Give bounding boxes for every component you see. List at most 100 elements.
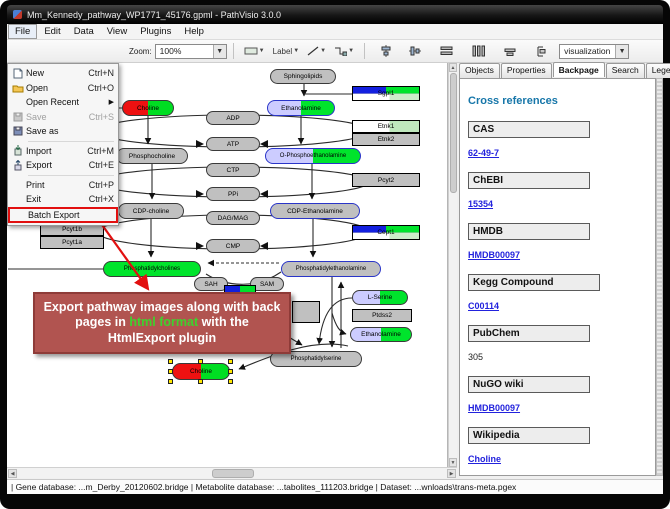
node-phosphocholine[interactable]: Phosphocholine <box>116 148 188 164</box>
tab-legend[interactable]: Legend <box>646 63 670 78</box>
file-menu-open[interactable]: OpenCtrl+O <box>8 81 118 96</box>
ref-link[interactable]: C00114 <box>468 301 499 311</box>
ref-section-cas: CAS 62-49-7 <box>468 121 651 161</box>
menu-bar: File Edit Data View Plugins Help <box>7 24 663 40</box>
canvas-vertical-scrollbar[interactable]: ▲ ▼ <box>448 63 457 467</box>
file-menu-print[interactable]: PrintCtrl+P <box>8 178 118 193</box>
node-ppi[interactable]: PPi <box>206 187 260 201</box>
node-phosphatidylethanolamine[interactable]: Phosphatidylethanolamine <box>281 261 381 277</box>
scroll-down-icon[interactable]: ▼ <box>449 458 457 467</box>
connector-tool-button[interactable]: ▼ <box>331 43 357 60</box>
tab-search[interactable]: Search <box>606 63 645 78</box>
menu-edit[interactable]: Edit <box>38 25 66 38</box>
node-choline[interactable]: Choline <box>122 100 174 116</box>
distribute-vertical-icon <box>472 45 485 57</box>
menu-plugins[interactable]: Plugins <box>134 25 177 38</box>
application-window: Mm_Kennedy_pathway_WP1771_45176.gpml - P… <box>0 0 670 509</box>
node-atp[interactable]: ATP <box>206 137 260 151</box>
title-bar[interactable]: Mm_Kennedy_pathway_WP1771_45176.gpml - P… <box>7 5 663 24</box>
node-sah[interactable]: SAH <box>194 277 228 291</box>
gene-pcyt2[interactable]: Pcyt2 <box>352 173 420 187</box>
ref-link[interactable]: 62-49-7 <box>468 148 499 158</box>
node-ethanolamine[interactable]: Ethanolamine <box>267 100 335 116</box>
align-center-y-button[interactable] <box>406 43 424 60</box>
zoom-label: Zoom: <box>129 47 152 56</box>
scroll-right-icon[interactable]: ▶ <box>447 469 456 478</box>
cross-references-heading: Cross references <box>468 95 651 107</box>
node-ethanolamine-2[interactable]: Ethanolamine <box>350 327 412 342</box>
file-menu-new[interactable]: NewCtrl+N <box>8 66 118 81</box>
file-menu-batch-export[interactable]: Batch Export <box>8 207 118 223</box>
scroll-left-icon[interactable]: ◀ <box>8 469 17 478</box>
menu-file[interactable]: File <box>8 24 37 39</box>
file-menu-save-as[interactable]: Save as <box>8 124 118 139</box>
selection-handle[interactable] <box>228 379 233 384</box>
selection-handle[interactable] <box>198 379 203 384</box>
ref-link[interactable]: HMDB00097 <box>468 250 520 260</box>
menu-view[interactable]: View <box>101 25 133 38</box>
menu-data[interactable]: Data <box>68 25 100 38</box>
node-cmp[interactable]: CMP <box>206 239 260 253</box>
node-l-serine[interactable]: L-Serine <box>352 290 408 305</box>
node-dag-mag[interactable]: DAG/MAG <box>206 211 260 225</box>
ref-link[interactable]: 15354 <box>468 199 493 209</box>
node-cdp-ethanolamine[interactable]: CDP-Ethanolamine <box>270 203 360 219</box>
selection-handle[interactable] <box>228 369 233 374</box>
selection-handle[interactable] <box>168 369 173 374</box>
node-phosphatidylcholines[interactable]: Phosphatidylcholines <box>103 261 201 277</box>
gene-product-tool-button[interactable]: ▼ <box>241 43 268 60</box>
menu-help[interactable]: Help <box>178 25 210 38</box>
file-menu-export[interactable]: ExportCtrl+E <box>8 158 118 173</box>
canvas-horizontal-scrollbar[interactable]: ◀ ▶ <box>7 467 457 478</box>
window-title: Mm_Kennedy_pathway_WP1771_45176.gpml - P… <box>27 10 281 20</box>
tab-objects[interactable]: Objects <box>459 63 500 78</box>
stack-vertical-button[interactable] <box>532 43 550 60</box>
node-adp[interactable]: ADP <box>206 111 260 125</box>
gene-hidden-box[interactable] <box>292 301 320 323</box>
status-bar: | Gene database: ...m_Derby_20120602.bri… <box>7 479 663 494</box>
tab-backpage[interactable]: Backpage <box>553 62 605 77</box>
gene-etnk2[interactable]: Etnk2 <box>352 133 420 146</box>
ref-link[interactable]: HMDB00097 <box>468 403 520 413</box>
node-ctp[interactable]: CTP <box>206 163 260 177</box>
visualization-value: visualization <box>564 46 610 56</box>
node-choline-selected[interactable]: Choline <box>172 363 230 380</box>
node-sphingolipids[interactable]: Sphingolipids <box>270 69 336 84</box>
gene-etnk1[interactable]: Etnk1 <box>352 120 420 133</box>
horizontal-scroll-thumb[interactable] <box>212 469 254 478</box>
file-menu-exit[interactable]: ExitCtrl+X <box>8 192 118 207</box>
stack-horizontal-button[interactable] <box>501 43 519 60</box>
tab-properties[interactable]: Properties <box>501 63 552 78</box>
file-menu-open-recent[interactable]: Open Recent▶ <box>8 95 118 110</box>
file-menu-import[interactable]: ImportCtrl+M <box>8 144 118 159</box>
selection-handle[interactable] <box>198 359 203 364</box>
visualization-dropdown-arrow-icon[interactable]: ▼ <box>615 45 628 58</box>
gene-cept1[interactable]: Cept1 <box>352 225 420 240</box>
zoom-combobox[interactable]: 100% ▼ <box>155 44 227 59</box>
selection-handle[interactable] <box>168 379 173 384</box>
node-o-phosphoethanolamine[interactable]: O-Phosphoethanolamine <box>265 148 361 164</box>
zoom-dropdown-arrow-icon[interactable]: ▼ <box>213 45 226 58</box>
align-center-x-button[interactable] <box>377 43 395 60</box>
align-center-y-icon <box>409 45 421 57</box>
distribute-vertical-button[interactable] <box>469 43 488 60</box>
ref-link[interactable]: Choline <box>468 454 501 464</box>
save-as-disk-icon <box>10 126 26 136</box>
distribute-horizontal-button[interactable] <box>437 43 456 60</box>
gene-sgpl1[interactable]: Sgpl1 <box>352 86 420 101</box>
visualization-combobox[interactable]: visualization ▼ <box>559 44 629 59</box>
gene-ptdss2[interactable]: Ptdss2 <box>352 309 412 322</box>
gene-pcyt1a[interactable]: Pcyt1a <box>40 236 104 249</box>
stack-vertical-icon <box>535 46 547 57</box>
vertical-scroll-thumb[interactable] <box>450 73 457 193</box>
import-icon <box>10 145 26 156</box>
label-tool-button[interactable]: Label ▼ <box>270 43 303 60</box>
selection-handle[interactable] <box>228 359 233 364</box>
line-tool-button[interactable]: ▼ <box>304 43 329 60</box>
node-cdp-choline[interactable]: CDP-choline <box>118 203 184 219</box>
scroll-up-icon[interactable]: ▲ <box>449 63 457 72</box>
ref-section-hmdb: HMDB HMDB00097 <box>468 223 651 263</box>
sidebar-scrollbar[interactable] <box>656 78 663 476</box>
align-center-x-icon <box>380 45 392 57</box>
selection-handle[interactable] <box>168 359 173 364</box>
